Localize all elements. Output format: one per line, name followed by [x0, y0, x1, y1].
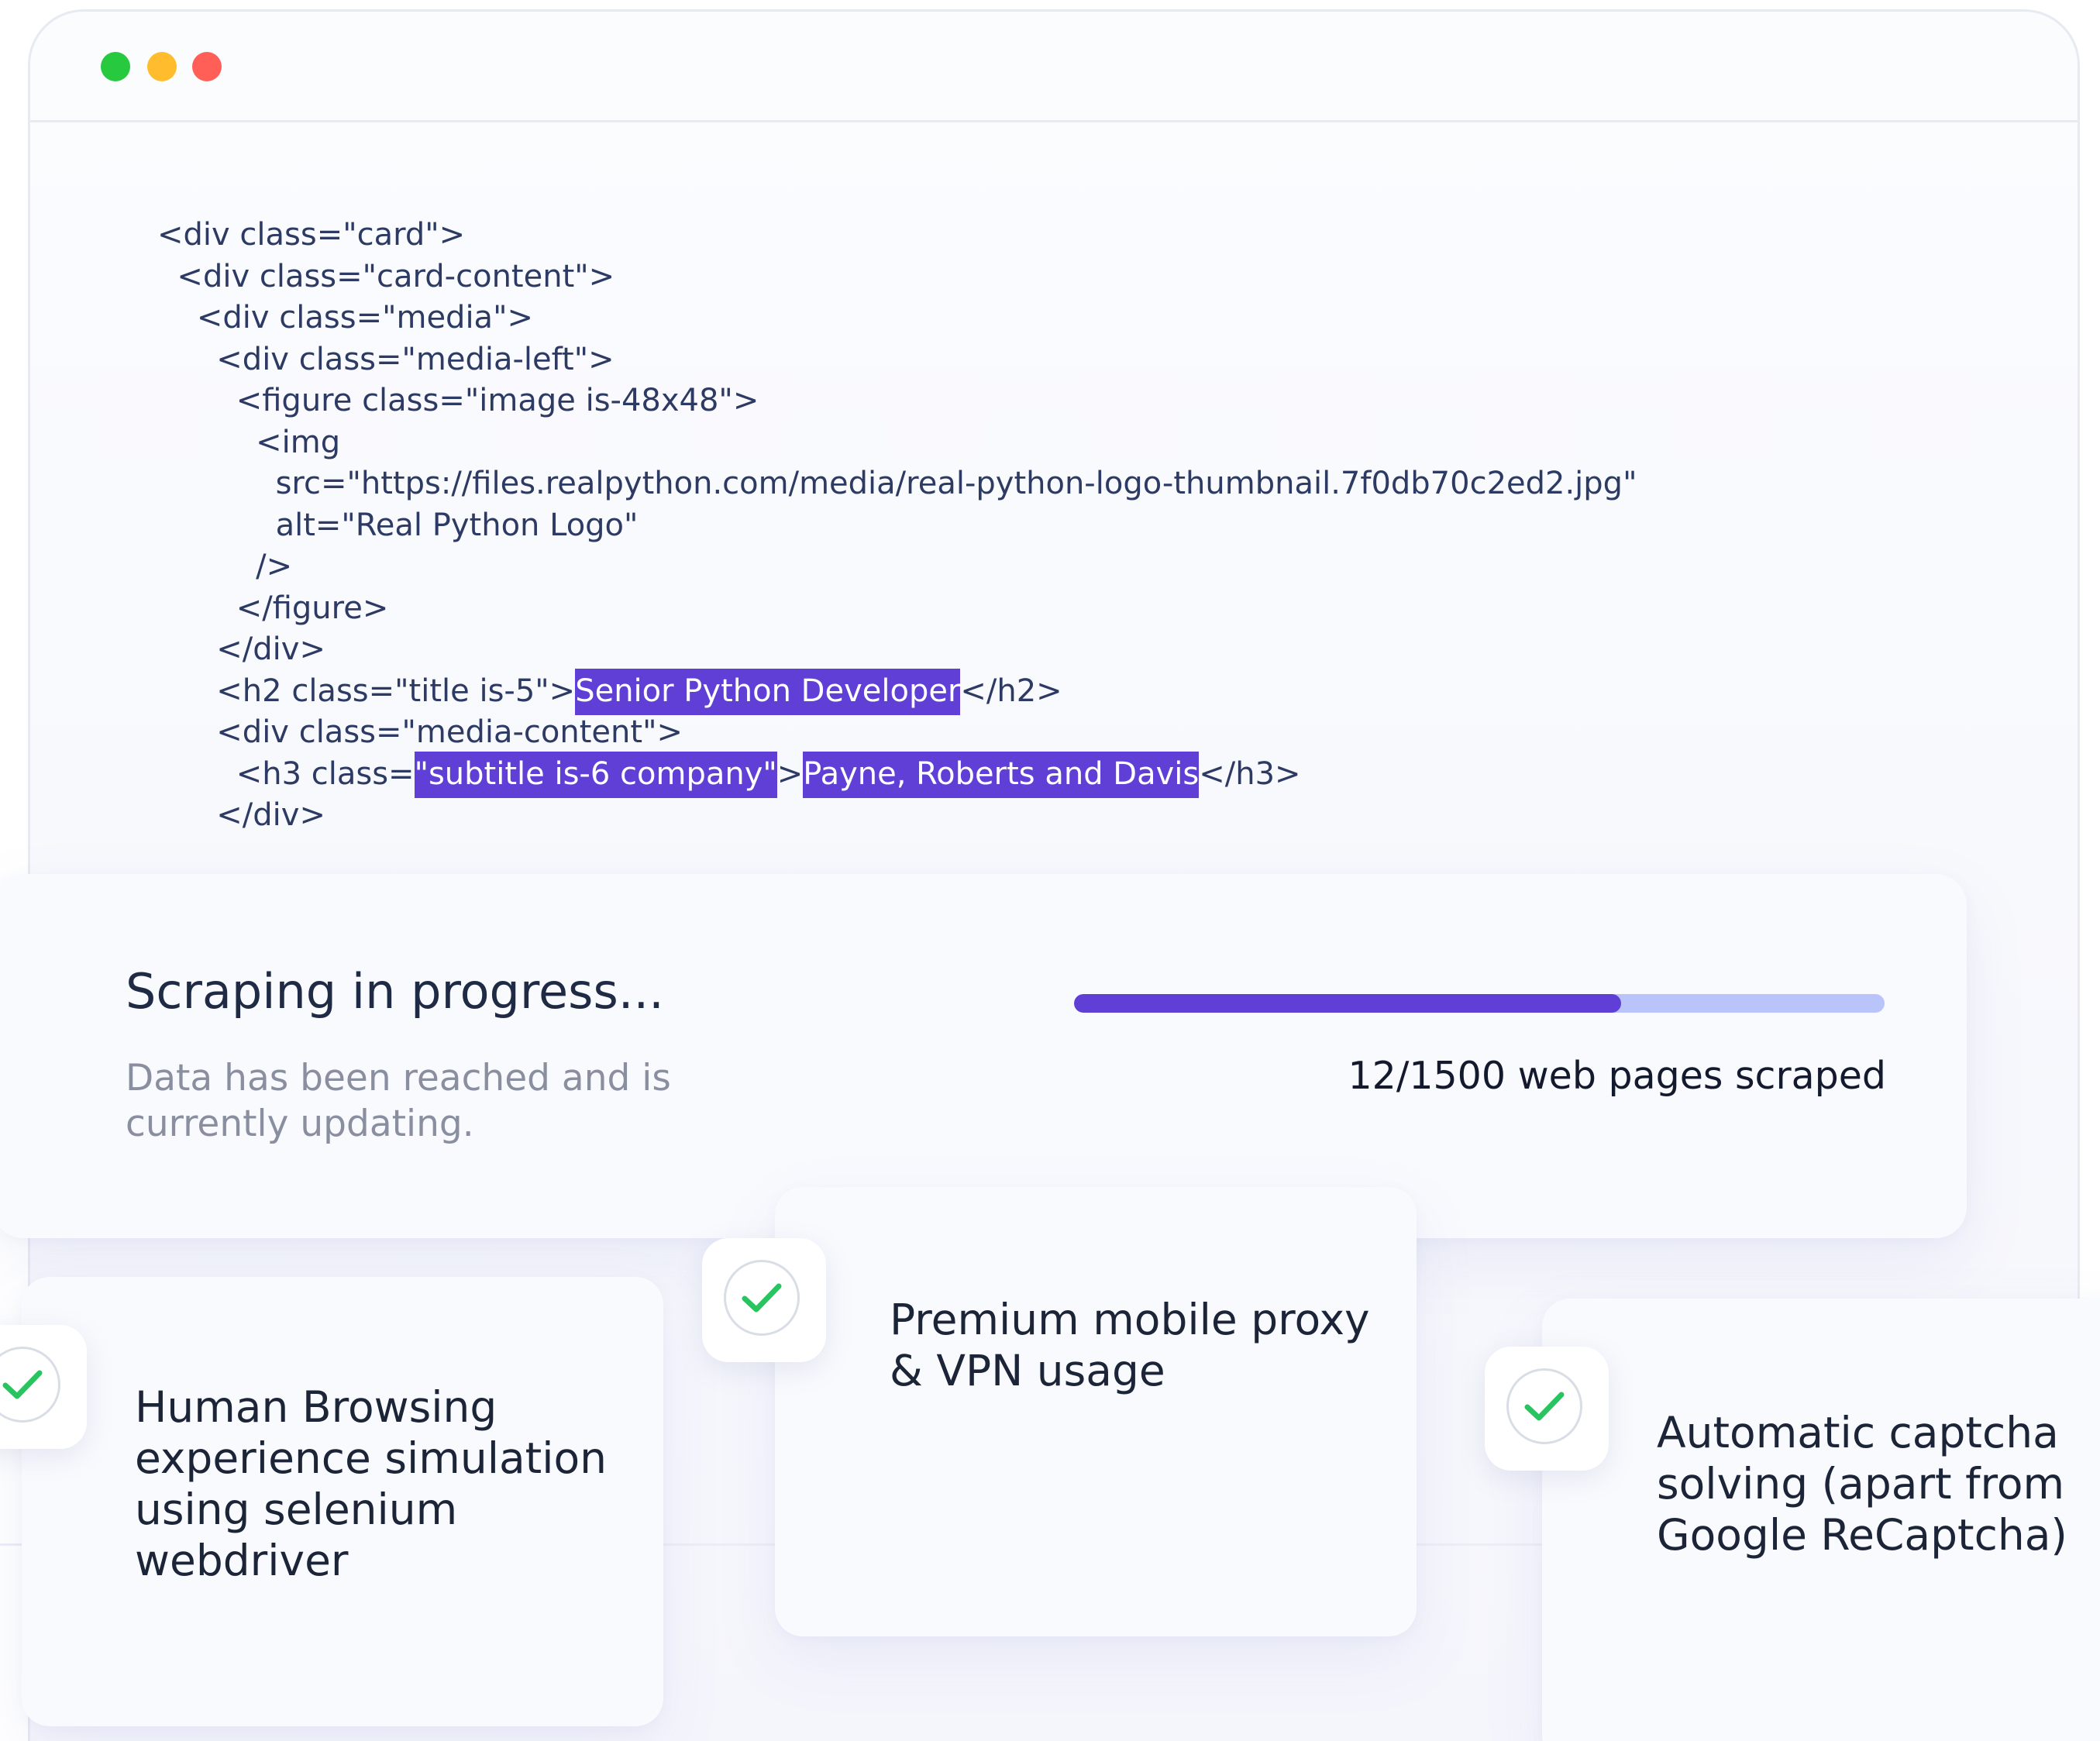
code-line: <div class="media-content"> [157, 712, 1637, 754]
code-highlight: Senior Python Developer [575, 668, 961, 715]
code-line: alt="Real Python Logo" [157, 505, 1637, 547]
code-text: alt="Real Python Logo" [157, 507, 639, 543]
code-text: <h3 class= [157, 755, 415, 792]
code-text: /> [157, 549, 293, 584]
code-line: <h3 class="subtitle is-6 company">Payne,… [157, 751, 1637, 798]
code-text: <div class="media-left"> [157, 341, 615, 377]
code-line: </div> [157, 795, 1637, 837]
code-highlight: "subtitle is-6 company" [414, 751, 777, 798]
pages-scraped-count: 12/1500 web pages scraped [1348, 1054, 1886, 1098]
code-text: </div> [157, 797, 325, 833]
feature-text-proxy-vpn: Premium mobile proxy & VPN usage [890, 1295, 1370, 1395]
code-text: <h2 class="title is-5"> [157, 673, 576, 709]
code-line: <div class="card-content"> [157, 256, 1637, 298]
code-line: <div class="media"> [157, 298, 1637, 339]
feature-card-proxy-vpn: Premium mobile proxy & VPN usage [775, 1187, 1417, 1636]
progress-bar [1074, 994, 1885, 1013]
code-text: </figure> [157, 590, 389, 626]
code-text: </h2> [960, 673, 1062, 709]
check-icon [724, 1260, 800, 1336]
feature-text-human-browsing: Human Browsing experience simulation usi… [135, 1382, 608, 1585]
feature-check-tile-3 [1485, 1347, 1609, 1471]
html-code-snippet: <div class="card"> <div class="card-cont… [157, 215, 1637, 837]
code-line: <figure class="image is-48x48"> [157, 380, 1637, 422]
code-line: /> [157, 546, 1637, 588]
code-text: <div class="media"> [157, 300, 533, 335]
scraping-progress-card: Scraping in progress... Data has been re… [0, 874, 1967, 1238]
code-text: </div> [157, 631, 325, 667]
window-titlebar [30, 12, 2078, 122]
progress-title: Scraping in progress... [126, 963, 664, 1020]
feature-check-tile-2 [702, 1238, 826, 1362]
code-line: </figure> [157, 588, 1637, 630]
feature-text-captcha: Automatic captcha solving (apart from Go… [1657, 1408, 2067, 1560]
code-text: <div class="card-content"> [157, 258, 615, 294]
code-text: > [776, 755, 804, 792]
code-text: src="https://files.realpython.com/media/… [157, 466, 1637, 501]
code-text: <img [157, 424, 341, 460]
progress-subtitle: Data has been reached and is currently u… [126, 1057, 671, 1145]
code-text: <div class="card"> [157, 217, 466, 253]
feature-card-captcha: Automatic captcha solving (apart from Go… [1542, 1299, 2100, 1741]
check-icon [1506, 1368, 1582, 1444]
code-line: </div> [157, 629, 1637, 671]
code-highlight: Payne, Roberts and Davis [803, 751, 1200, 798]
code-line: <img [157, 422, 1637, 464]
code-text: <div class="media-content"> [157, 714, 683, 750]
check-icon [0, 1347, 60, 1423]
feature-check-tile-1 [0, 1325, 87, 1449]
window-close-button[interactable] [192, 52, 222, 81]
code-line: src="https://files.realpython.com/media/… [157, 463, 1637, 505]
progress-bar-fill [1074, 994, 1622, 1013]
code-line: <div class="media-left"> [157, 339, 1637, 381]
window-maximize-button[interactable] [101, 52, 130, 81]
feature-card-human-browsing: Human Browsing experience simulation usi… [22, 1277, 663, 1726]
code-line: <div class="card"> [157, 215, 1637, 256]
window-minimize-button[interactable] [147, 52, 177, 81]
code-text: <figure class="image is-48x48"> [157, 383, 759, 418]
code-text: </h3> [1199, 755, 1301, 792]
code-line: <h2 class="title is-5">Senior Python Dev… [157, 668, 1637, 715]
stage: <div class="card"> <div class="card-cont… [0, 0, 2100, 1741]
